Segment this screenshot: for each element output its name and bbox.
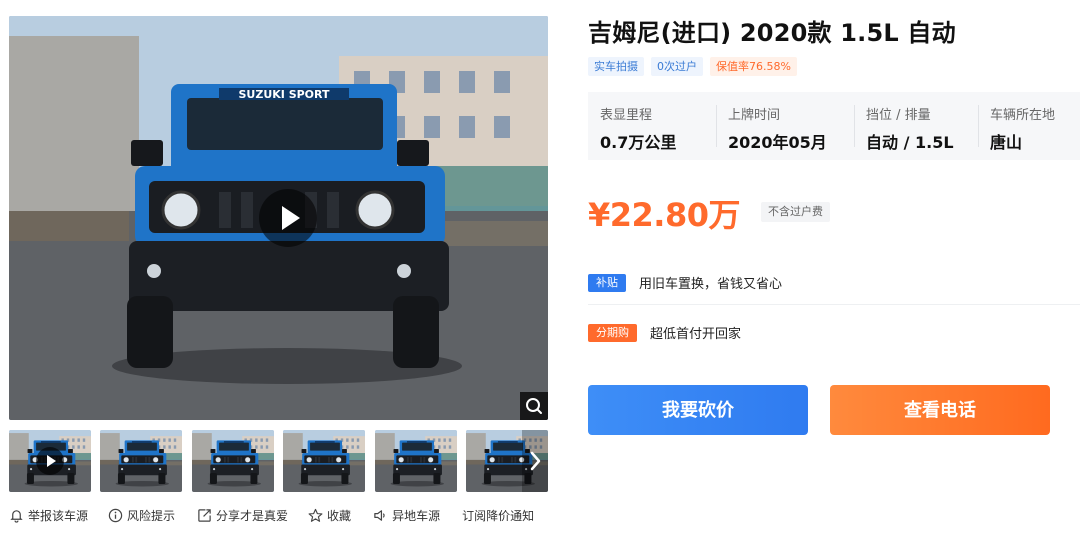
listing-tags: 实车拍摄 0次过户 保值率76.58% (588, 57, 804, 76)
view-phone-button[interactable]: 查看电话 (830, 385, 1050, 435)
brand-lettering: SUZUKI SPORT (238, 88, 330, 101)
share-icon (198, 508, 211, 522)
price-drop-subscribe-link[interactable]: 订阅降价通知 (462, 507, 534, 524)
speaker-icon (374, 509, 385, 521)
favorite-label: 收藏 (327, 508, 352, 523)
play-video-button[interactable] (259, 189, 317, 247)
spec-value: 0.7万公里 (600, 133, 677, 152)
nonlocal-listing-link[interactable]: 异地车源 (373, 507, 440, 524)
price-note: 不含过户费 (761, 202, 830, 222)
zoom-button[interactable] (520, 392, 548, 420)
thumbnail-6[interactable] (466, 430, 548, 492)
thumbnail-image (192, 430, 274, 492)
spec-value: 唐山 (990, 133, 1023, 152)
risk-notice-link[interactable]: 风险提示 (108, 507, 175, 524)
favorite-link[interactable]: 收藏 (308, 507, 351, 524)
promo-badge-installment: 分期购 (588, 323, 637, 342)
thumbnail-2[interactable] (100, 430, 182, 492)
thumbnail-image (100, 430, 182, 492)
thumbnail-image (375, 430, 457, 492)
tag-transfer-count: 0次过户 (651, 57, 703, 76)
thumbnail-image (283, 430, 365, 492)
thumbnail-4[interactable] (283, 430, 365, 492)
spec-label: 表显里程 (600, 108, 653, 123)
share-label: 分享才是真爱 (216, 508, 289, 523)
bargain-button[interactable]: 我要砍价 (588, 385, 808, 435)
spec-registration-date: 上牌时间 2020年05月 (716, 92, 854, 160)
main-car-photo[interactable]: SUZUKI SPORT (9, 16, 548, 420)
share-link[interactable]: 分享才是真爱 (197, 507, 288, 524)
tag-real-photo: 实车拍摄 (588, 57, 644, 76)
promo-badge-subsidy: 补贴 (588, 273, 626, 292)
risk-notice-label: 风险提示 (127, 508, 176, 523)
spec-location: 车辆所在地 唐山 (978, 92, 1080, 160)
thumbnail-strip (9, 430, 548, 492)
divider (588, 304, 1080, 305)
video-thumbnail-play-icon (36, 447, 64, 475)
thumbnail-3[interactable] (192, 430, 274, 492)
report-listing-label: 举报该车源 (28, 508, 89, 523)
report-listing-link[interactable]: 举报该车源 (9, 507, 88, 524)
promo-text-installment: 超低首付开回家 (650, 327, 742, 342)
listing-title: 吉姆尼(进口) 2020款 1.5L 自动 (588, 19, 956, 47)
tag-value-retention: 保值率76.58% (710, 57, 797, 76)
price-drop-subscribe-label: 订阅降价通知 (462, 508, 535, 523)
listing-actions: 举报该车源 风险提示 分享才是真爱 收藏 异地车源 订阅降价通知 (9, 505, 534, 525)
bell-icon (10, 509, 23, 523)
chevron-right-icon (530, 451, 541, 471)
thumbnail-1[interactable] (9, 430, 91, 492)
thumbnail-5[interactable] (375, 430, 457, 492)
price: ¥22.80万 (588, 196, 741, 234)
search-icon (526, 398, 542, 414)
spec-panel: 表显里程 0.7万公里 上牌时间 2020年05月 挡位 / 排量 自动 / 1… (588, 92, 1080, 160)
listing-page: SUZUKI SPORT 举报该车源 风险提示 分享才是真爱 收藏 异地车源 订… (0, 0, 1080, 553)
info-icon (108, 508, 123, 522)
spec-label: 车辆所在地 (990, 108, 1056, 123)
spec-mileage: 表显里程 0.7万公里 (588, 92, 716, 160)
thumbnail-next-button[interactable] (522, 430, 548, 492)
star-icon (308, 508, 323, 522)
spec-transmission-displacement: 挡位 / 排量 自动 / 1.5L (854, 92, 978, 160)
promo-subsidy[interactable]: 补贴 用旧车置换，省钱又省心 (588, 273, 782, 292)
nonlocal-listing-label: 异地车源 (392, 508, 441, 523)
spec-value: 2020年05月 (728, 133, 827, 152)
spec-label: 上牌时间 (728, 108, 781, 123)
promo-text-subsidy: 用旧车置换，省钱又省心 (639, 277, 783, 292)
spec-value: 自动 / 1.5L (866, 133, 954, 152)
promo-installment[interactable]: 分期购 超低首付开回家 (588, 323, 741, 342)
spec-label: 挡位 / 排量 (866, 108, 931, 123)
